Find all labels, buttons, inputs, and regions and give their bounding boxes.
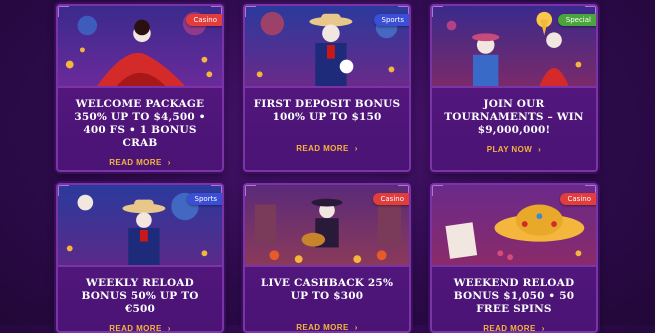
promo-card-welcome-package[interactable]: Casino WELCOME PACKAGE 350% UP TO $4,500… xyxy=(56,4,224,172)
category-tag: Sports xyxy=(373,14,409,26)
category-tag: Casino xyxy=(185,14,222,26)
category-tag: Special xyxy=(557,14,596,26)
chevron-right-icon: › xyxy=(538,145,542,154)
promo-title: JOIN OUR TOURNAMENTS – WIN $9,000,000! xyxy=(444,98,584,136)
read-more-link[interactable]: READ MORE › xyxy=(483,324,545,333)
category-tag: Casino xyxy=(372,193,409,205)
read-more-link[interactable]: READ MORE › xyxy=(296,323,358,332)
chevron-right-icon: › xyxy=(354,144,358,153)
promo-card-first-deposit[interactable]: Sports FIRST DEPOSIT BONUS 100% UP TO $1… xyxy=(243,4,411,172)
promo-card-weekend-reload[interactable]: Casino WEEKEND RELOAD BONUS $1,050 • 50 … xyxy=(430,183,598,333)
promo-card-tournaments[interactable]: Special JOIN OUR TOURNAMENTS – WIN $9,00… xyxy=(430,4,598,172)
read-more-link[interactable]: READ MORE › xyxy=(109,158,171,167)
cta-label: READ MORE xyxy=(296,144,349,153)
cta-label: READ MORE xyxy=(109,158,162,167)
chevron-right-icon: › xyxy=(541,324,545,333)
promo-title: LIVE CASHBACK 25% UP TO $300 xyxy=(260,277,394,302)
cta-label: READ MORE xyxy=(483,324,536,333)
chevron-right-icon: › xyxy=(167,324,171,333)
category-tag: Sports xyxy=(186,193,222,205)
promotions-grid: Casino WELCOME PACKAGE 350% UP TO $4,500… xyxy=(0,0,655,333)
promo-title: WEEKLY RELOAD BONUS 50% UP TO €500 xyxy=(81,277,199,315)
promo-title: WELCOME PACKAGE 350% UP TO $4,500 • 400 … xyxy=(74,98,206,149)
promo-card-live-cashback[interactable]: Casino LIVE CASHBACK 25% UP TO $300 READ… xyxy=(243,183,411,333)
read-more-link[interactable]: READ MORE › xyxy=(296,144,358,153)
cta-label: READ MORE xyxy=(109,324,162,333)
chevron-right-icon: › xyxy=(354,323,358,332)
category-tag: Casino xyxy=(559,193,596,205)
chevron-right-icon: › xyxy=(167,158,171,167)
read-more-link[interactable]: READ MORE › xyxy=(109,324,171,333)
play-now-link[interactable]: PLAY NOW › xyxy=(487,145,542,154)
promo-title: FIRST DEPOSIT BONUS 100% UP TO $150 xyxy=(253,98,401,123)
promo-card-weekly-reload[interactable]: Sports WEEKLY RELOAD BONUS 50% UP TO €50… xyxy=(56,183,224,333)
cta-label: READ MORE xyxy=(296,323,349,332)
cta-label: PLAY NOW xyxy=(486,145,533,154)
promo-title: WEEKEND RELOAD BONUS $1,050 • 50 FREE SP… xyxy=(453,277,575,315)
